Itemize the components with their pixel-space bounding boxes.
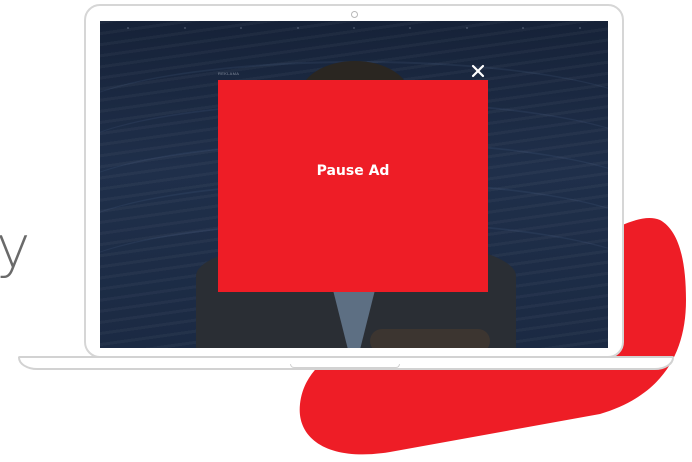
ad-label: REKLAMA	[218, 71, 240, 76]
partial-letter: y	[0, 213, 31, 281]
pause-ad-text: Pause Ad	[316, 163, 390, 179]
laptop-camera	[351, 11, 358, 18]
presenter-hands	[370, 329, 490, 348]
close-icon	[471, 64, 485, 78]
player-top-bar	[100, 21, 608, 35]
laptop-base-notch	[290, 364, 400, 368]
close-ad-button[interactable]	[471, 64, 485, 78]
video-player-screen[interactable]: REKLAMA Pause Ad	[100, 21, 608, 348]
pause-ad-banner[interactable]: Pause Ad	[218, 80, 488, 292]
scene: y REKLAMA Pause Ad	[0, 0, 692, 462]
